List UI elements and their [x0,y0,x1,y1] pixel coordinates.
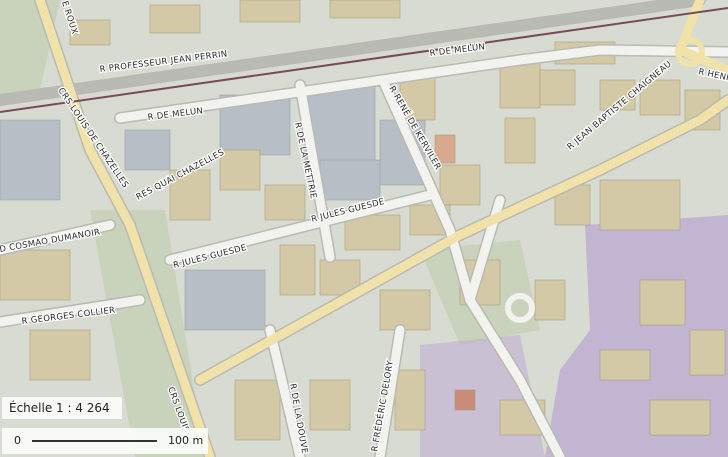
scale-bar-line [32,440,157,442]
scale-bar-start: 0 [14,434,21,447]
scale-bar-end: 100 m [168,434,204,447]
scale-ratio: Échelle 1 : 4 264 [2,397,122,419]
map-canvas[interactable]: E ROUX R PROFESSEUR JEAN PERRIN R DE MEL… [0,0,728,457]
scale-bar: 0 100 m [2,428,208,454]
